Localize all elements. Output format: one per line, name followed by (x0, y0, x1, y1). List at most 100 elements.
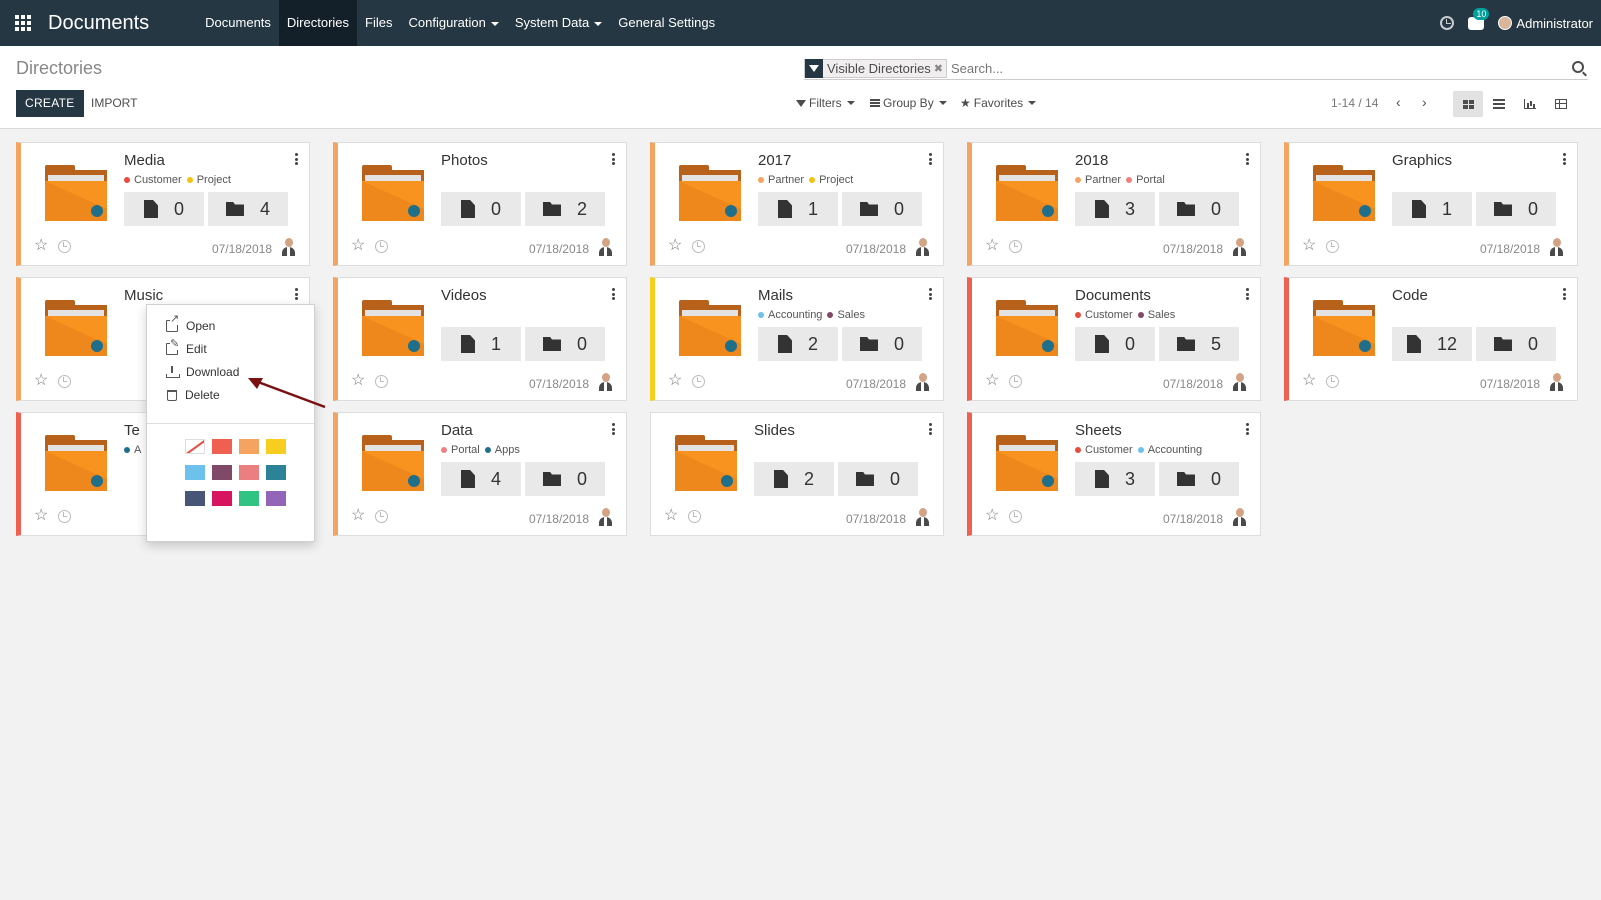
activity-clock-icon[interactable] (692, 240, 705, 253)
color-swatch[interactable] (212, 439, 232, 454)
facet-remove-icon[interactable]: ✖ (934, 62, 946, 75)
card-menu-kebab-icon[interactable] (929, 288, 933, 300)
menu-item-system-data[interactable]: System Data (507, 0, 610, 46)
card-menu-kebab-icon[interactable] (1246, 153, 1250, 165)
activity-clock-icon[interactable] (1009, 240, 1022, 253)
card-menu-kebab-icon[interactable] (295, 153, 299, 165)
directory-card[interactable]: Sheets Customer Accounting 3 0 ☆ 07/18/2018 (967, 412, 1261, 536)
activity-clock-icon[interactable] (375, 510, 388, 523)
menu-item-configuration[interactable]: Configuration (400, 0, 506, 46)
files-count-button[interactable]: 3 (1075, 192, 1155, 226)
color-swatch[interactable] (266, 491, 286, 506)
favorite-star-icon[interactable]: ☆ (985, 373, 999, 389)
groupby-dropdown[interactable]: Group By (870, 96, 947, 110)
folders-count-button[interactable]: 0 (842, 327, 922, 361)
activity-clock-icon[interactable] (1440, 16, 1455, 30)
directory-card[interactable]: Code 12 0 ☆ 07/18/2018 (1284, 277, 1578, 401)
directory-card[interactable]: Media Customer Project 0 4 ☆ 07/18/2018 (16, 142, 310, 266)
favorite-star-icon[interactable]: ☆ (351, 373, 365, 389)
folders-count-button[interactable]: 0 (1476, 192, 1556, 226)
favorite-star-icon[interactable]: ☆ (351, 238, 365, 254)
folders-count-button[interactable]: 5 (1159, 327, 1239, 361)
activity-clock-icon[interactable] (375, 375, 388, 388)
activity-clock-icon[interactable] (692, 375, 705, 388)
card-menu-kebab-icon[interactable] (929, 153, 933, 165)
list-view-button[interactable] (1484, 91, 1514, 117)
pager-previous-button[interactable]: ‹ (1396, 95, 1401, 109)
color-swatch[interactable] (266, 439, 286, 454)
directory-card[interactable]: Videos 1 0 ☆ 07/18/2018 (333, 277, 627, 401)
activity-clock-icon[interactable] (1326, 240, 1339, 253)
folders-count-button[interactable]: 0 (1159, 462, 1239, 496)
files-count-button[interactable]: 4 (441, 462, 521, 496)
menu-item-directories[interactable]: Directories (278, 0, 358, 46)
files-count-button[interactable]: 1 (758, 192, 838, 226)
graph-view-button[interactable] (1515, 91, 1545, 117)
card-menu-kebab-icon[interactable] (1246, 423, 1250, 435)
card-menu-kebab-icon[interactable] (1246, 288, 1250, 300)
files-count-button[interactable]: 0 (124, 192, 204, 226)
activity-clock-icon[interactable] (58, 240, 71, 253)
card-menu-kebab-icon[interactable] (612, 288, 616, 300)
favorite-star-icon[interactable]: ☆ (351, 508, 365, 524)
activity-clock-icon[interactable] (375, 240, 388, 253)
files-count-button[interactable]: 1 (1392, 192, 1472, 226)
activity-clock-icon[interactable] (688, 510, 701, 523)
pager-value[interactable]: 1-14 / 14 (1331, 96, 1378, 110)
files-count-button[interactable]: 0 (1075, 327, 1155, 361)
menu-item-edit[interactable]: Edit (166, 339, 207, 356)
folders-count-button[interactable]: 0 (838, 462, 918, 496)
favorite-star-icon[interactable]: ☆ (664, 508, 678, 524)
folders-count-button[interactable]: 4 (208, 192, 288, 226)
files-count-button[interactable]: 3 (1075, 462, 1155, 496)
color-swatch[interactable] (239, 491, 259, 506)
folders-count-button[interactable]: 0 (525, 327, 605, 361)
create-button[interactable]: CREATE (16, 90, 84, 117)
card-menu-kebab-icon[interactable] (1563, 288, 1567, 300)
files-count-button[interactable]: 12 (1392, 327, 1472, 361)
favorites-dropdown[interactable]: ★ Favorites (960, 96, 1037, 110)
folders-count-button[interactable]: 0 (842, 192, 922, 226)
favorite-star-icon[interactable]: ☆ (668, 238, 682, 254)
favorite-star-icon[interactable]: ☆ (34, 238, 48, 254)
menu-item-documents[interactable]: Documents (197, 0, 279, 46)
folders-count-button[interactable]: 2 (525, 192, 605, 226)
apps-menu-button[interactable] (0, 0, 46, 46)
folders-count-button[interactable]: 0 (1159, 192, 1239, 226)
directory-card[interactable]: Photos 0 2 ☆ 07/18/2018 (333, 142, 627, 266)
menu-item-open[interactable]: Open (166, 314, 215, 333)
menu-item-files[interactable]: Files (357, 0, 400, 46)
menu-item-general-settings[interactable]: General Settings (610, 0, 723, 46)
folders-count-button[interactable]: 0 (1476, 327, 1556, 361)
directory-card[interactable]: Documents Customer Sales 0 5 ☆ 07/18/2018 (967, 277, 1261, 401)
activity-clock-icon[interactable] (1326, 375, 1339, 388)
color-swatch[interactable] (185, 465, 205, 480)
folders-count-button[interactable]: 0 (525, 462, 605, 496)
activity-clock-icon[interactable] (1009, 375, 1022, 388)
directory-card[interactable]: 2018 Partner Portal 3 0 ☆ 07/18/2018 (967, 142, 1261, 266)
color-swatch[interactable] (266, 465, 286, 480)
favorite-star-icon[interactable]: ☆ (668, 373, 682, 389)
files-count-button[interactable]: 2 (754, 462, 834, 496)
favorite-star-icon[interactable]: ☆ (1302, 238, 1316, 254)
favorite-star-icon[interactable]: ☆ (985, 238, 999, 254)
files-count-button[interactable]: 2 (758, 327, 838, 361)
user-menu[interactable]: Administrator (1498, 16, 1593, 31)
search-icon[interactable] (1572, 61, 1584, 73)
color-swatch[interactable] (239, 439, 259, 454)
files-count-button[interactable]: 0 (441, 192, 521, 226)
pivot-view-button[interactable] (1546, 91, 1576, 117)
no-color-swatch[interactable] (185, 439, 205, 454)
activity-clock-icon[interactable] (58, 375, 71, 388)
kanban-view-button[interactable] (1453, 91, 1483, 117)
search-input[interactable] (951, 58, 1512, 79)
directory-card[interactable]: Slides 2 0 ☆ 07/18/2018 (650, 412, 944, 536)
favorite-star-icon[interactable]: ☆ (1302, 373, 1316, 389)
color-swatch[interactable] (212, 465, 232, 480)
directory-card[interactable]: Mails Accounting Sales 2 0 ☆ 07/18/2018 (650, 277, 944, 401)
pager-next-button[interactable]: › (1422, 95, 1427, 109)
color-swatch[interactable] (212, 491, 232, 506)
directory-card[interactable]: Data Portal Apps 4 0 ☆ 07/18/2018 (333, 412, 627, 536)
favorite-star-icon[interactable]: ☆ (34, 373, 48, 389)
activity-clock-icon[interactable] (58, 510, 71, 523)
